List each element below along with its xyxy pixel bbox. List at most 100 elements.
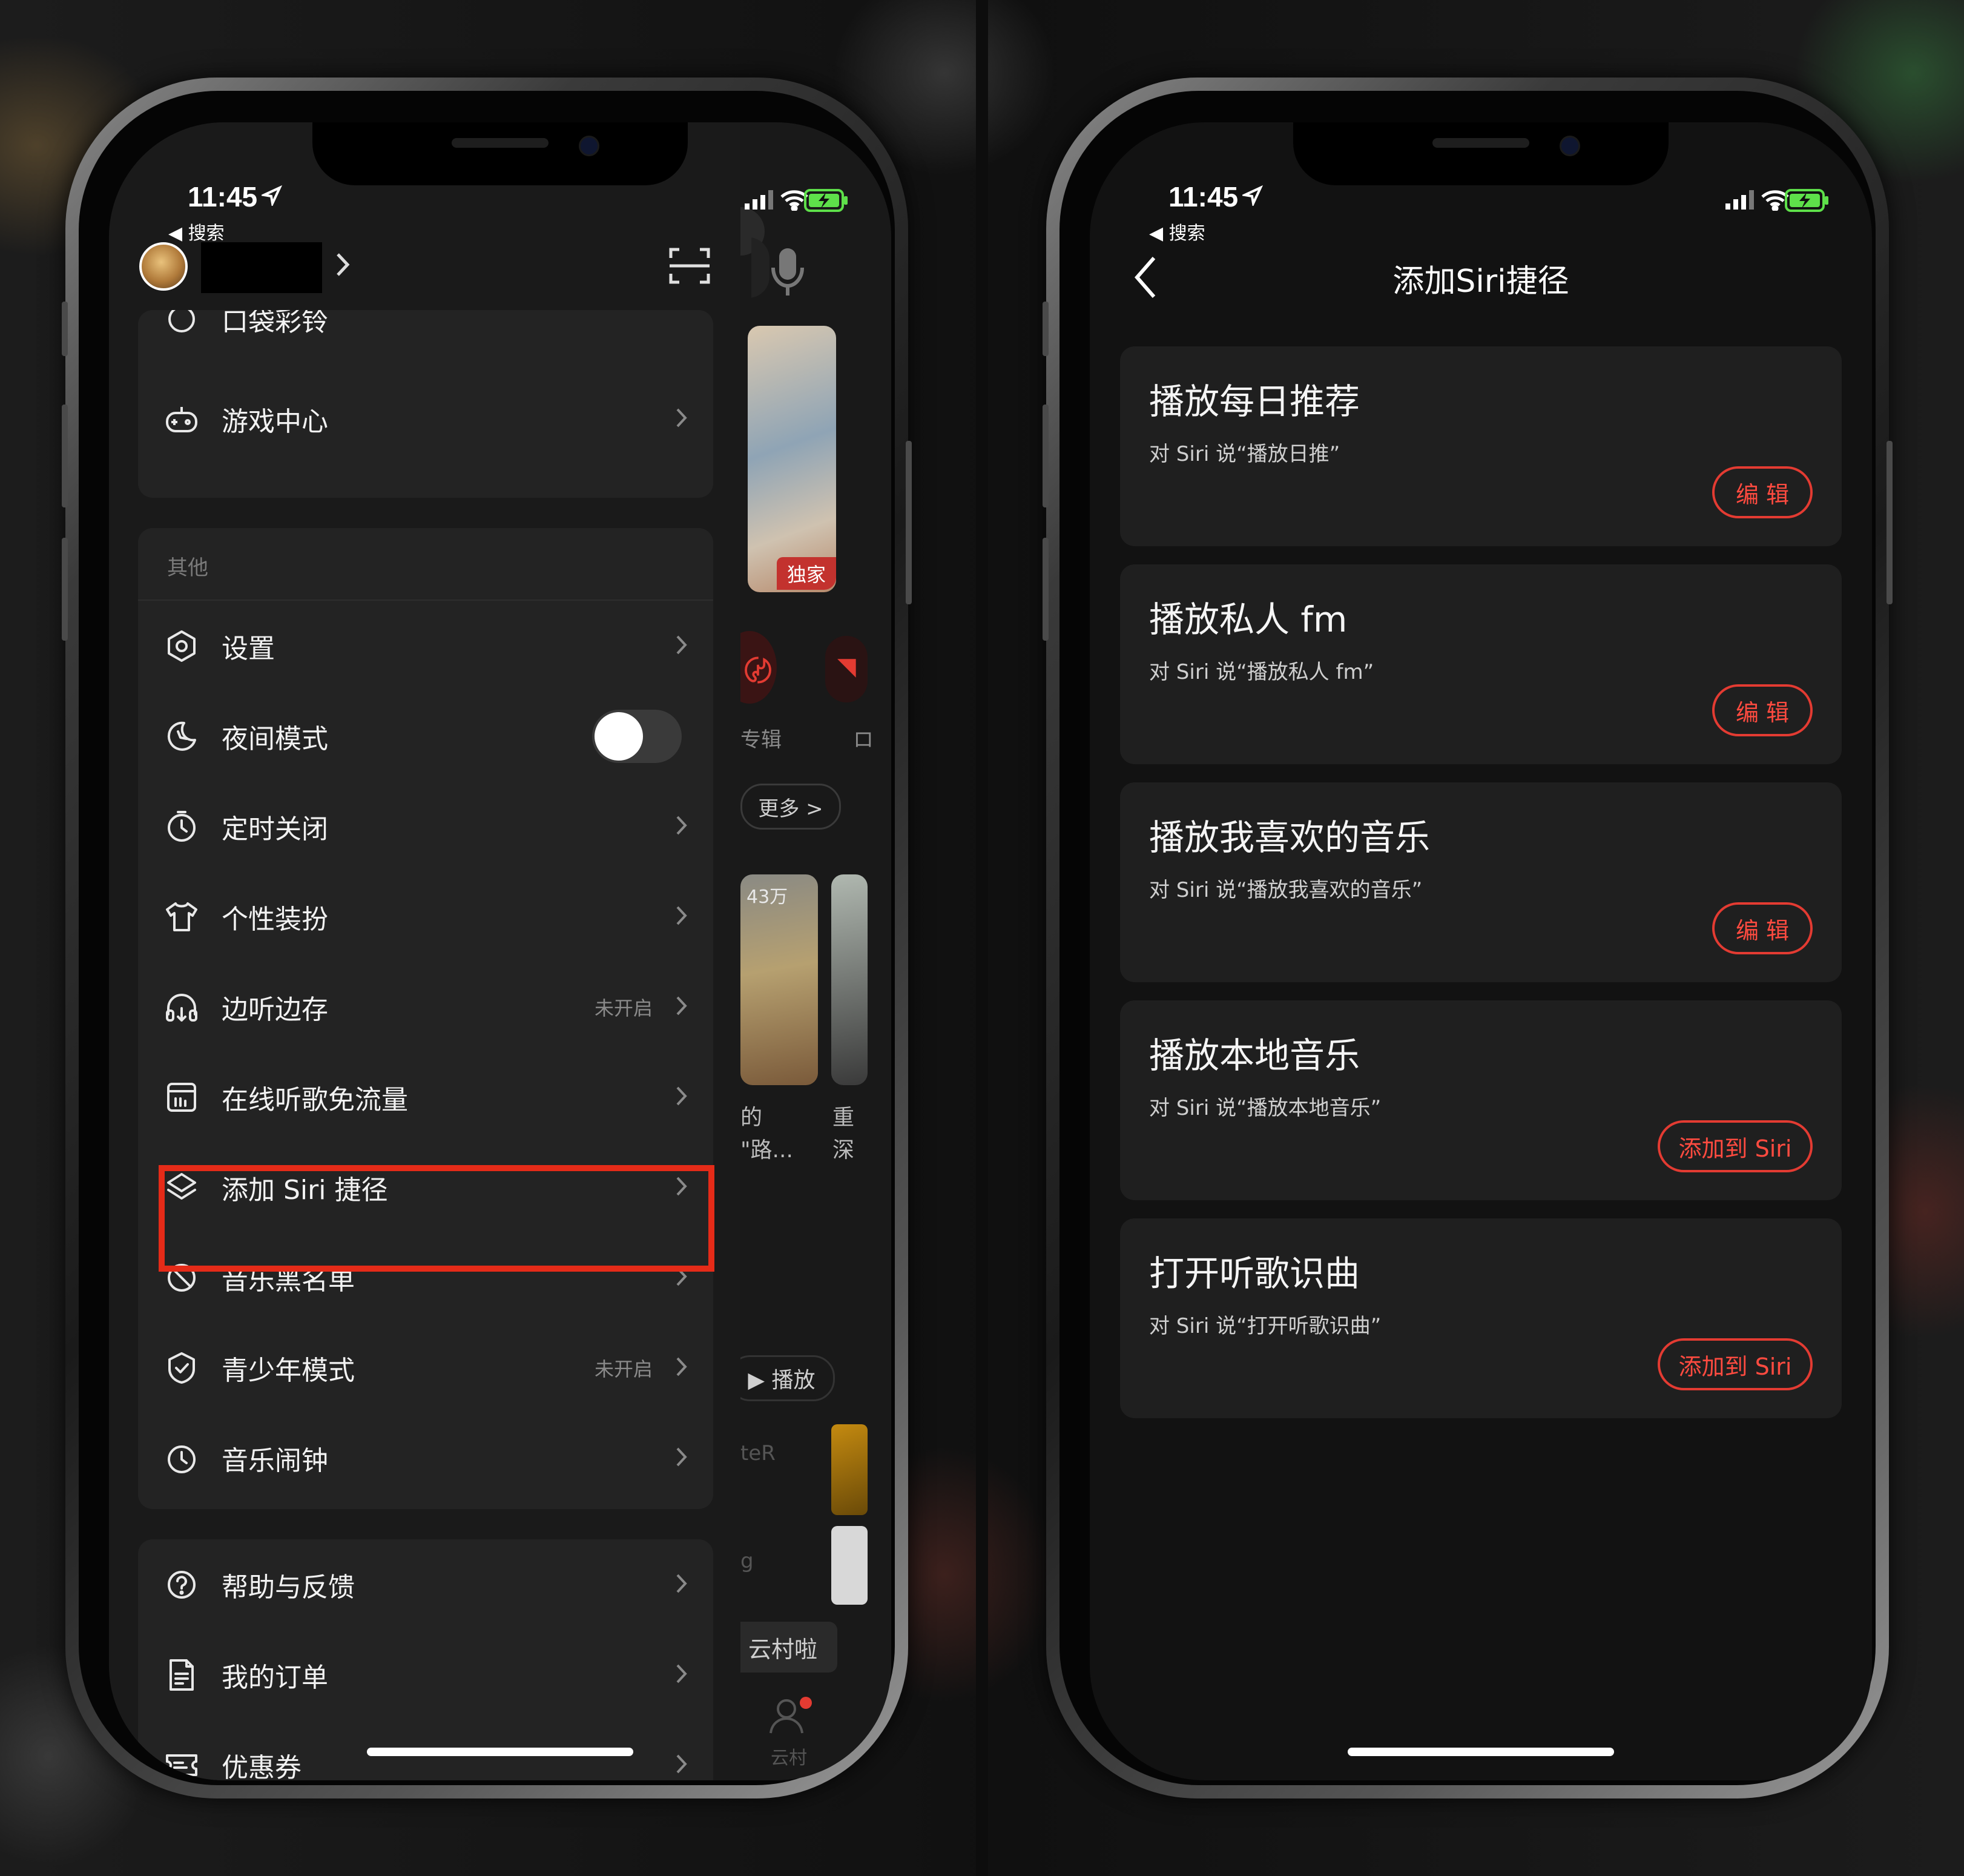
- chevron-right-icon: [674, 1084, 689, 1111]
- shortcut-card: 播放每日推荐 对 Siri 说“播放日推” 编 辑: [1120, 346, 1842, 546]
- phone-right: 11:45 ◀ 搜索 添加Siri捷径 播放每日推荐 对 Siri 说“播放日推…: [1043, 78, 1893, 1798]
- shortcut-phrase: 对 Siri 说“播放我喜欢的音乐”: [1149, 878, 1423, 902]
- sim-card-icon: [165, 1080, 199, 1114]
- add-to-siri-button[interactable]: 添加到 Siri: [1658, 1338, 1813, 1390]
- order-document-icon: [165, 1658, 199, 1692]
- edit-button[interactable]: 编 辑: [1712, 902, 1813, 954]
- chevron-right-icon: [674, 813, 689, 840]
- timer-icon: [165, 810, 199, 844]
- bottom-list-item-1[interactable]: 帮助与反馈: [138, 1539, 713, 1630]
- cloud-village-tab-icon[interactable]: [768, 1697, 813, 1738]
- help-circle-icon: [165, 1568, 199, 1602]
- album-label[interactable]: 专辑: [740, 723, 782, 753]
- list-item-label: 设置: [222, 633, 275, 664]
- right-screen: 11:45 ◀ 搜索 添加Siri捷径 播放每日推荐 对 Siri 说“播放日推…: [1090, 122, 1872, 1780]
- shortcut-card: 播放本地音乐 对 Siri 说“播放本地音乐” 添加到 Siri: [1120, 1000, 1842, 1200]
- status-note: 未开启: [594, 1358, 653, 1381]
- shortcut-phrase: 对 Siri 说“播放日推”: [1149, 442, 1340, 466]
- status-time: 11:45: [1168, 181, 1239, 213]
- center-divider: [976, 0, 988, 1876]
- edit-button[interactable]: 编 辑: [1712, 684, 1813, 736]
- battery-charging-icon: [804, 189, 849, 214]
- list-item-label: 边听边存: [222, 994, 328, 1025]
- home-indicator[interactable]: [367, 1748, 633, 1756]
- ringtone-icon: [165, 310, 199, 336]
- cellular-signal-icon: [1725, 190, 1756, 212]
- chevron-right-icon: [674, 1355, 689, 1381]
- phone-left: 独家 〄 ◥ 专辑 ロ 更多 > 43万 的 "路... 重 深 ▶ 播放 te…: [62, 78, 912, 1798]
- tshirt-icon: [165, 900, 199, 934]
- list-item-5[interactable]: 边听边存 未开启: [138, 962, 713, 1052]
- location-arrow-icon: [260, 185, 283, 208]
- list-item-label: 个性装扮: [222, 904, 328, 935]
- other-section-card: 其他 设置 夜间模式 定时关闭 个性装扮 边听边存 未开启 在线听歌免流量 添加 …: [138, 528, 713, 1509]
- tab-cloud-village[interactable]: 云村: [771, 1743, 807, 1769]
- shortcut-card: 播放私人 fm 对 Siri 说“播放私人 fm” 编 辑: [1120, 564, 1842, 764]
- alarm-clock-icon: [165, 1441, 199, 1475]
- settings-hexagon-icon: [165, 629, 199, 663]
- more-button[interactable]: 更多 >: [740, 784, 841, 830]
- page-title: 添加Siri捷径: [1392, 263, 1569, 300]
- add-to-siri-button[interactable]: 添加到 Siri: [1658, 1120, 1813, 1172]
- chevron-right-icon: [674, 1752, 689, 1779]
- list-item-game-center[interactable]: 游戏中心: [138, 374, 713, 464]
- home-indicator[interactable]: [1348, 1748, 1614, 1756]
- list-item-4[interactable]: 个性装扮: [138, 871, 713, 962]
- play-count: 43万: [746, 887, 788, 908]
- list-item-2[interactable]: 夜间模式: [138, 691, 713, 782]
- shortcut-title: 播放每日推荐: [1149, 381, 1360, 422]
- headphone-download-icon: [165, 990, 199, 1024]
- status-time: 11:45: [188, 181, 258, 213]
- exclusive-badge: 独家: [777, 557, 836, 590]
- list-item-3[interactable]: 定时关闭: [138, 781, 713, 872]
- back-to-search[interactable]: ◀ 搜索: [168, 218, 225, 245]
- song-cover-thumb: [831, 1424, 868, 1515]
- list-item-9[interactable]: 青少年模式 未开启: [138, 1323, 713, 1413]
- shortcut-phrase: 对 Siri 说“播放本地音乐”: [1149, 1096, 1382, 1120]
- list-item-1[interactable]: 设置: [138, 601, 713, 692]
- list-item-label: 定时关闭: [222, 814, 328, 845]
- cellular-signal-icon: [745, 190, 775, 212]
- left-screen: 独家 〄 ◥ 专辑 ロ 更多 > 43万 的 "路... 重 深 ▶ 播放 te…: [109, 122, 891, 1780]
- shortcut-phrase: 对 Siri 说“播放私人 fm”: [1149, 660, 1374, 684]
- edit-button[interactable]: 编 辑: [1712, 466, 1813, 518]
- shield-check-icon: [165, 1351, 199, 1385]
- section-title-other: 其他: [167, 556, 208, 580]
- night-mode-toggle[interactable]: [592, 710, 682, 763]
- play-all-button[interactable]: ▶ 播放: [740, 1355, 835, 1401]
- chevron-right-icon: [674, 1571, 689, 1598]
- list-item-label: 在线听歌免流量: [222, 1085, 408, 1115]
- status-note: 未开启: [594, 997, 653, 1020]
- shortcut-title: 打开听歌识曲: [1149, 1253, 1360, 1294]
- chevron-right-icon: [674, 1662, 689, 1688]
- list-item-label: 我的订单: [222, 1662, 328, 1693]
- top-card: 口袋彩铃 游戏中心: [138, 310, 713, 498]
- shortcut-card: 打开听歌识曲 对 Siri 说“打开听歌识曲” 添加到 Siri: [1120, 1218, 1842, 1418]
- list-item-6[interactable]: 在线听歌免流量: [138, 1052, 713, 1143]
- list-item-10[interactable]: 音乐闹钟: [138, 1413, 713, 1504]
- shortcut-title: 播放我喜欢的音乐: [1149, 817, 1431, 858]
- shortcut-phrase: 对 Siri 说“打开听歌识曲”: [1149, 1314, 1382, 1338]
- chevron-right-icon: [674, 903, 689, 930]
- bottom-list-item-2[interactable]: 我的订单: [138, 1630, 713, 1720]
- list-item-label: 帮助与反馈: [222, 1572, 355, 1603]
- shortcut-title: 播放私人 fm: [1149, 599, 1348, 640]
- back-to-search[interactable]: ◀ 搜索: [1149, 218, 1205, 245]
- chevron-right-icon: [674, 994, 689, 1020]
- battery-charging-icon: [1785, 189, 1830, 214]
- coupon-icon: [165, 1748, 199, 1780]
- list-item-label: 优惠券: [222, 1752, 302, 1780]
- list-item-partial[interactable]: 口袋彩铃: [138, 310, 713, 365]
- chevron-right-icon: [674, 1445, 689, 1471]
- list-item-label: 音乐闹钟: [222, 1445, 328, 1476]
- cloud-village-chip[interactable]: 云村啦: [740, 1622, 837, 1673]
- list-item-label: 青少年模式: [222, 1355, 355, 1386]
- playlist-cover-art[interactable]: [748, 326, 836, 592]
- moon-icon: [165, 719, 199, 753]
- album-red-icon: 〄: [744, 655, 772, 687]
- list-item-label: 夜间模式: [222, 724, 328, 755]
- chevron-right-icon: [674, 633, 689, 659]
- background-home-peek: 独家 〄 ◥ 专辑 ロ 更多 > 43万 的 "路... 重 深 ▶ 播放 te…: [740, 122, 891, 1780]
- chevron-right-icon: [674, 406, 689, 432]
- red-category-icon: ◥: [837, 653, 856, 681]
